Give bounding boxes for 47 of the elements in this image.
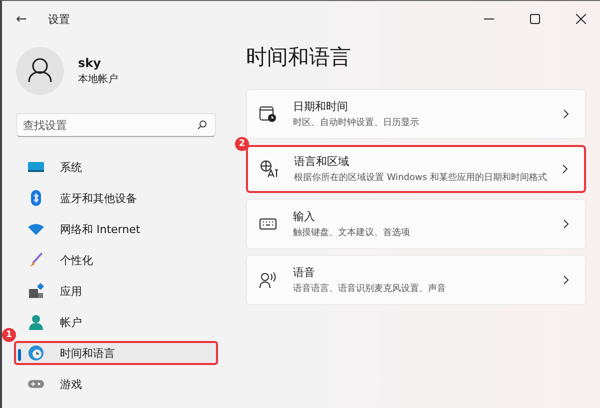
sidebar-item[interactable]: 应用 (14, 279, 218, 303)
monitor-icon (28, 159, 44, 175)
sidebar-item[interactable]: 网络和 Internet (14, 217, 218, 241)
user-name: sky (78, 56, 102, 70)
bluetooth-icon (28, 190, 44, 206)
card-title: 输入 (293, 209, 316, 224)
settings-card[interactable]: 语言和区域 根据你所在的区域设置 Windows 和某些应用的日期和时间格式 (246, 145, 586, 193)
chevron-right-icon (562, 164, 568, 174)
brush-icon (28, 252, 44, 268)
chevron-right-icon (563, 109, 569, 119)
card-description: 触摸键盘、文本建议、首选项 (293, 226, 411, 239)
avatar-icon (16, 47, 64, 95)
sidebar-item[interactable]: 蓝牙和其他设备 (14, 186, 218, 210)
sidebar-item[interactable]: 游戏 (14, 372, 218, 396)
selection-indicator (18, 349, 21, 361)
settings-card[interactable]: 语音 语音语言、语音识别麦克风设置、声音 (246, 255, 586, 305)
card-description: 时区、自动时钟设置、日历显示 (293, 116, 420, 129)
settings-card[interactable]: 日期和时间 时区、自动时钟设置、日历显示 (246, 89, 586, 139)
chevron-right-icon (563, 275, 569, 285)
search-field[interactable]: 查找设置 (16, 113, 216, 137)
card-description: 语音语言、语音识别麦克风设置、声音 (293, 282, 447, 295)
calendar-clock-icon (259, 105, 277, 123)
card-title: 日期和时间 (293, 99, 349, 114)
settings-card[interactable]: 输入 触摸键盘、文本建议、首选项 (246, 199, 586, 249)
language-icon (260, 160, 278, 178)
card-description: 根据你所在的区域设置 Windows 和某些应用的日期和时间格式 (294, 172, 548, 184)
sidebar-item[interactable]: 个性化 (14, 248, 218, 272)
step-marker: 1 (2, 328, 16, 342)
close-icon[interactable] (576, 14, 586, 24)
account-type: 本地帐户 (78, 72, 118, 86)
card-title: 语言和区域 (294, 154, 350, 169)
wifi-icon (28, 221, 44, 237)
window-title: 设置 (48, 12, 70, 26)
person-icon (28, 314, 44, 330)
sidebar-item[interactable]: 时间和语言 (14, 341, 218, 365)
globe-clock-icon (28, 345, 44, 361)
apps-icon (28, 283, 44, 299)
chevron-right-icon (563, 219, 569, 229)
maximize-icon[interactable] (530, 14, 540, 24)
search-icon (197, 120, 207, 130)
sidebar-item[interactable]: 帐户 (14, 310, 218, 334)
sidebar-item[interactable]: 系统 (14, 155, 218, 179)
speaking-person-icon (259, 271, 277, 289)
page-title: 时间和语言 (246, 44, 352, 71)
step-marker: 2 (235, 137, 249, 151)
card-title: 语音 (293, 265, 316, 280)
back-button[interactable]: ← (16, 12, 42, 26)
